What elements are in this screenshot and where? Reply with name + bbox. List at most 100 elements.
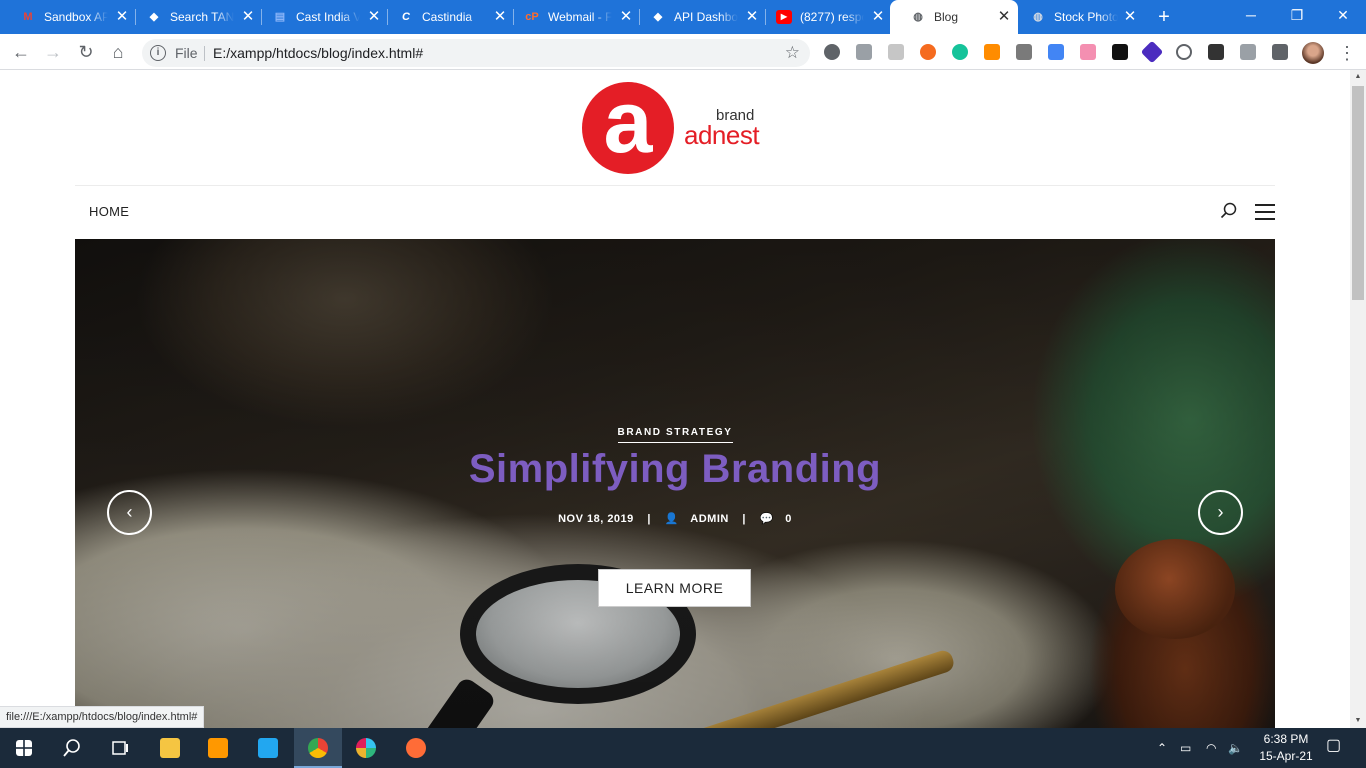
clock-time: 6:38 PM — [1263, 732, 1309, 746]
tab-close-icon[interactable]: ✕ — [1122, 9, 1138, 25]
url-text[interactable]: E:/xampp/htdocs/blog/index.html# — [213, 46, 423, 60]
profile-avatar[interactable] — [1302, 42, 1324, 64]
chrome-logo-icon — [308, 738, 328, 758]
tab-youtube[interactable]: ▶ (8277) respo ✕ — [756, 0, 892, 34]
reload-icon[interactable]: ↻ — [75, 41, 97, 63]
tab-cast-india[interactable]: ▤ Cast India V ✕ — [252, 0, 388, 34]
scroll-up-arrow-icon[interactable]: ▲ — [1350, 70, 1366, 84]
tab-castindia[interactable]: C Castindia ✕ — [378, 0, 514, 34]
bookmark-star-icon[interactable]: ☆ — [785, 43, 800, 63]
tab-label: Sandbox AP — [44, 10, 108, 24]
home-icon[interactable]: ⌂ — [107, 41, 129, 63]
tab-label: Search TAN — [170, 10, 234, 24]
user-icon: 👤 — [664, 513, 679, 526]
post-title[interactable]: Simplifying Branding — [75, 445, 1275, 493]
camera-icon[interactable] — [1112, 44, 1128, 60]
new-tab-button[interactable]: + — [1152, 6, 1176, 28]
extension-office-icon[interactable] — [1016, 44, 1032, 60]
meta-separator: | — [647, 513, 651, 526]
extension-compass-icon[interactable] — [824, 44, 840, 60]
info-icon[interactable]: i — [150, 45, 166, 61]
hamburger-menu-icon[interactable] — [1255, 204, 1275, 220]
vscode-logo-icon — [258, 738, 278, 758]
windows-start-icon[interactable] — [0, 728, 48, 768]
globe-icon: ◍ — [913, 11, 923, 23]
nav-home-link[interactable]: HOME — [89, 205, 129, 219]
task-view-glyph-icon — [112, 741, 128, 755]
folder-icon — [160, 738, 180, 758]
learn-more-button[interactable]: LEARN MORE — [598, 569, 751, 607]
tab-search-tan[interactable]: ◆ Search TAN ✕ — [126, 0, 262, 34]
scheme-label: File — [175, 45, 198, 61]
post-comment-count[interactable]: 0 — [785, 512, 792, 526]
clock-date: 15-Apr-21 — [1259, 749, 1313, 763]
tab-label: (8277) respo — [800, 10, 864, 24]
header-divider — [75, 185, 1275, 186]
tab-stock-photo[interactable]: ◍ Stock Photo ✕ — [1010, 0, 1144, 34]
extensions-puzzle-icon[interactable] — [1272, 44, 1288, 60]
vscode-icon[interactable] — [244, 728, 292, 768]
browser-menu-icon[interactable]: ⋮ — [1338, 42, 1356, 64]
api-icon: ◆ — [653, 11, 663, 23]
youtube-icon: ▶ — [776, 10, 792, 24]
slack-icon[interactable] — [342, 728, 390, 768]
scroll-down-arrow-icon[interactable]: ▼ — [1350, 714, 1366, 728]
grammarly-icon[interactable] — [952, 44, 968, 60]
tab-blog[interactable]: ◍ Blog ✕ — [890, 0, 1018, 34]
scroll-thumb[interactable] — [1352, 86, 1364, 300]
chrome-icon[interactable] — [294, 728, 342, 768]
search-icon[interactable] — [48, 728, 96, 768]
browser-toolbar: ← → ↻ ⌂ i File E:/xampp/htdocs/blog/inde… — [0, 34, 1366, 70]
tray-chevron-icon[interactable]: ⌃ — [1157, 740, 1167, 756]
extension-v-icon[interactable] — [984, 44, 1000, 60]
logo-name-text: adnest — [684, 120, 760, 150]
extension-page-icon[interactable] — [888, 44, 904, 60]
system-clock[interactable]: 6:38 PM 15-Apr-21 — [1255, 731, 1317, 765]
tab-webmail[interactable]: cP Webmail - F ✕ — [504, 0, 640, 34]
search-icon[interactable] — [1220, 202, 1238, 220]
extension-orange-icon[interactable] — [920, 44, 936, 60]
extension-circle-icon[interactable] — [1176, 44, 1192, 60]
volume-icon[interactable]: 🔈 — [1228, 740, 1243, 756]
forward-arrow-icon[interactable]: → — [42, 41, 64, 63]
file-explorer-icon[interactable] — [146, 728, 194, 768]
site-logo[interactable]: a brand adnest — [582, 76, 772, 174]
post-category: BRAND STRATEGY — [75, 422, 1275, 443]
address-bar[interactable]: i File E:/xampp/htdocs/blog/index.html# … — [142, 39, 810, 67]
google-translate-icon[interactable] — [1048, 44, 1064, 60]
extension-share-icon[interactable] — [1080, 44, 1096, 60]
slider-prev-button[interactable]: ‹ — [107, 490, 152, 535]
extension-diamond-icon[interactable] — [1140, 40, 1164, 64]
cpanel-icon: cP — [525, 11, 539, 23]
notification-icon[interactable]: ▢ — [1326, 738, 1341, 754]
battery-icon[interactable]: ▭ — [1180, 740, 1191, 756]
minimize-button[interactable]: ─ — [1228, 0, 1274, 30]
sublime-logo-icon — [208, 738, 228, 758]
page-scrollbar[interactable]: ▲ ▼ — [1350, 70, 1366, 728]
tab-sandbox[interactable]: M Sandbox AP ✕ — [0, 0, 136, 34]
screenshot-icon[interactable] — [1240, 44, 1256, 60]
extension-pdf-icon[interactable] — [856, 44, 872, 60]
slider-next-button[interactable]: › — [1198, 490, 1243, 535]
restore-button[interactable]: ❐ — [1274, 0, 1320, 30]
close-window-button[interactable]: ✕ — [1320, 0, 1366, 30]
category-link[interactable]: BRAND STRATEGY — [617, 427, 733, 443]
wifi-icon[interactable]: ◠ — [1206, 740, 1216, 756]
post-date: NOV 18, 2019 — [558, 513, 634, 526]
windows-logo-icon — [16, 740, 32, 756]
back-arrow-icon[interactable]: ← — [10, 41, 32, 63]
postman-icon[interactable] — [392, 728, 440, 768]
extension-cube-icon[interactable] — [1208, 44, 1224, 60]
omnibox-divider — [204, 46, 205, 61]
tab-label: Stock Photo — [1054, 10, 1118, 24]
tab-api-dashboard[interactable]: ◆ API Dashbo ✕ — [630, 0, 766, 34]
cast-icon: C — [402, 11, 410, 23]
post-meta: NOV 18, 2019 | 👤 ADMIN | 💬 0 — [75, 512, 1275, 526]
post-author[interactable]: ADMIN — [690, 512, 729, 526]
task-view-icon[interactable] — [96, 728, 144, 768]
tab-close-icon[interactable]: ✕ — [870, 9, 886, 25]
sublime-icon[interactable] — [194, 728, 242, 768]
taskbar-search-icon — [63, 739, 80, 757]
tab-label: API Dashbo — [674, 10, 738, 24]
tab-label: Webmail - F — [548, 10, 612, 24]
